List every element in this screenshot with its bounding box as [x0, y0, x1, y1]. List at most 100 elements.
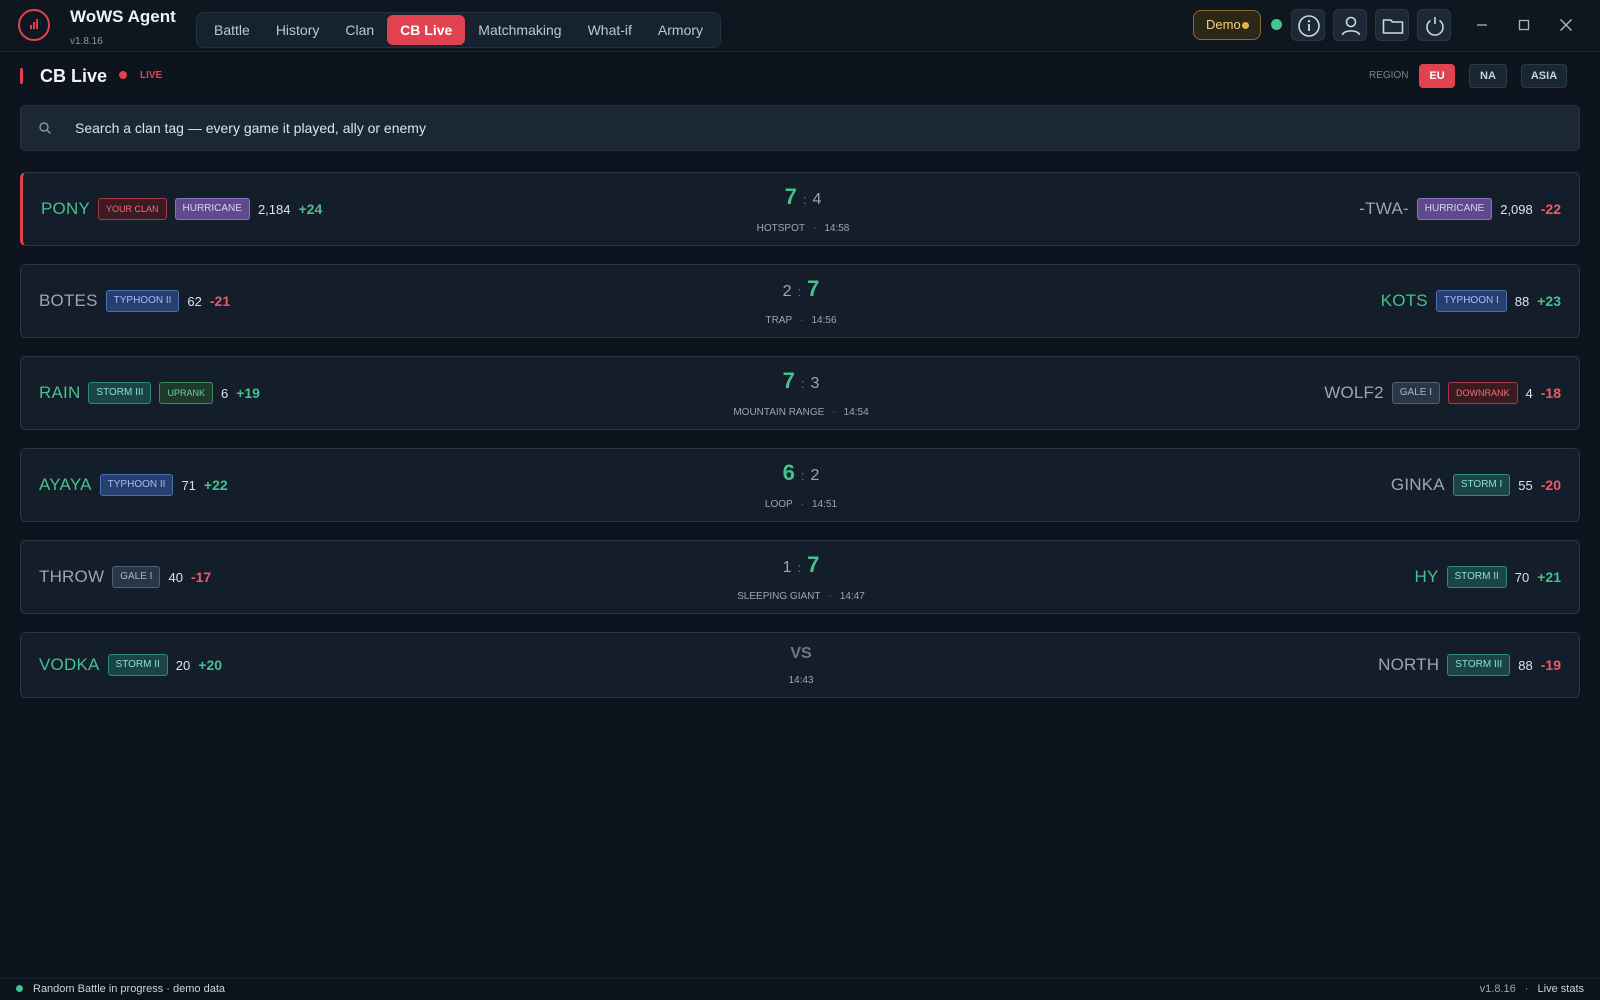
clan-rating: 88: [1514, 293, 1530, 309]
tab-clan[interactable]: Clan: [332, 15, 387, 45]
clan-rating: 88: [1518, 657, 1533, 673]
profile-button[interactable]: [1333, 9, 1367, 41]
power-button[interactable]: [1417, 9, 1451, 41]
region-asia-button[interactable]: ASIA: [1521, 64, 1567, 88]
tab-what-if[interactable]: What-if: [575, 15, 645, 45]
right-team: NORTH STORM III 88 -19: [1378, 633, 1561, 697]
match-score: 2:7: [782, 276, 820, 301]
map-name: LOOP: [764, 499, 793, 510]
left-team: VODKA STORM II 20 +20: [39, 633, 222, 697]
rating-delta: +21: [1537, 569, 1561, 585]
match-score: 7:3: [782, 368, 820, 393]
rating-delta: -19: [1540, 657, 1561, 673]
region-eu-button[interactable]: EU: [1419, 64, 1455, 88]
score-right: 4: [812, 191, 822, 208]
your-clan-badge: YOUR CLAN: [97, 198, 167, 220]
maximize-button[interactable]: [1513, 14, 1535, 36]
battle-card[interactable]: BOTES TYPHOON II 62 -21 2:7 TRAP · 14:56 K…: [20, 264, 1580, 338]
demo-mode-button[interactable]: Demo: [1193, 10, 1261, 40]
score-right: 7: [807, 276, 820, 301]
match-time: 14:58: [824, 223, 850, 234]
clan-search-input[interactable]: [75, 106, 1555, 150]
info-button[interactable]: [1291, 9, 1325, 41]
score-left: 2: [782, 283, 792, 300]
clan-tag[interactable]: AYAYA: [39, 475, 92, 495]
clan-rating: 2,098: [1500, 201, 1533, 217]
folder-button[interactable]: [1375, 9, 1409, 41]
match-meta: HOTSPOT · 14:58: [756, 223, 850, 234]
live-label: LIVE: [140, 70, 163, 81]
league-badge: STORM III: [88, 382, 152, 404]
tab-armory[interactable]: Armory: [645, 15, 716, 45]
battle-card[interactable]: RAIN STORM III UPRANK 6 +19 7:3 MOUNTAIN…: [20, 356, 1580, 430]
clan-tag[interactable]: THROW: [39, 567, 104, 587]
league-badge: STORM I: [1452, 474, 1511, 496]
match-score: 6:2: [782, 460, 820, 485]
clan-rating: 4: [1525, 385, 1533, 401]
tab-matchmaking[interactable]: Matchmaking: [465, 15, 574, 45]
search-icon: [39, 122, 51, 134]
tab-cb-live[interactable]: CB Live: [387, 15, 466, 45]
clan-rating: 20: [175, 657, 191, 673]
league-badge: TYPHOON II: [105, 290, 180, 312]
clan-rating: 6: [220, 385, 229, 401]
clan-tag[interactable]: HY: [1414, 567, 1438, 587]
battle-card[interactable]: THROW GALE I 40 -17 1:7 SLEEPING GIANT · 1…: [20, 540, 1580, 614]
demo-label: Demo: [1206, 17, 1241, 32]
demo-indicator-dot: [1242, 22, 1249, 29]
match-time: 14:47: [839, 591, 865, 602]
rating-delta: -18: [1540, 385, 1561, 401]
live-indicator-dot: [119, 71, 127, 79]
score-right: 3: [810, 375, 820, 392]
clan-tag[interactable]: RAIN: [39, 383, 80, 403]
region-na-button[interactable]: NA: [1469, 64, 1507, 88]
clan-tag[interactable]: PONY: [41, 199, 90, 219]
clan-tag[interactable]: WOLF2: [1324, 383, 1384, 403]
score-left: 1: [782, 559, 792, 576]
rating-delta: -21: [209, 293, 231, 309]
match-time: 14:54: [843, 407, 869, 418]
rating-delta: -20: [1540, 477, 1561, 493]
battle-card[interactable]: PONY YOUR CLAN HURRICANE 2,184 +24 7:4 H…: [20, 172, 1580, 246]
league-badge: STORM II: [107, 654, 168, 676]
clan-tag[interactable]: KOTS: [1381, 291, 1428, 311]
close-button[interactable]: [1555, 14, 1577, 36]
score-right: 7: [807, 552, 820, 577]
connection-status-dot: [1271, 19, 1282, 30]
clan-tag[interactable]: BOTES: [39, 291, 98, 311]
league-badge: STORM III: [1447, 654, 1511, 676]
page-title-accent: [20, 68, 23, 84]
clan-rating: 55: [1518, 477, 1533, 493]
rating-delta: +23: [1537, 293, 1561, 309]
match-meta: TRAP · 14:56: [765, 315, 837, 326]
left-team: AYAYA TYPHOON II 71 +22: [39, 449, 228, 521]
clan-rating: 71: [181, 477, 196, 493]
league-badge: STORM II: [1446, 566, 1507, 588]
clan-tag[interactable]: -TWA-: [1359, 199, 1408, 219]
tab-history[interactable]: History: [263, 15, 333, 45]
tab-battle[interactable]: Battle: [201, 15, 263, 45]
rating-delta: +22: [203, 477, 228, 493]
left-team: RAIN STORM III UPRANK 6 +19: [39, 357, 260, 429]
league-badge: TYPHOON II: [99, 474, 174, 496]
clan-tag[interactable]: NORTH: [1378, 655, 1439, 675]
league-badge: TYPHOON I: [1435, 290, 1507, 312]
score-right: 2: [810, 467, 820, 484]
app-title: WoWS Agent: [70, 7, 176, 26]
clan-tag[interactable]: GINKA: [1391, 475, 1445, 495]
battle-card[interactable]: VODKA STORM II 20 +20 VS 14:43 NORTH STO…: [20, 632, 1580, 698]
minimize-button[interactable]: [1471, 14, 1493, 36]
rating-delta: -17: [190, 569, 212, 585]
league-badge: HURRICANE: [1416, 198, 1493, 220]
live-stats-link[interactable]: Live stats: [1538, 983, 1584, 995]
maximize-icon: [1518, 19, 1530, 31]
left-team: BOTES TYPHOON II 62 -21: [39, 265, 230, 337]
clan-rating: 70: [1514, 569, 1530, 585]
clan-rating: 62: [187, 293, 202, 309]
right-team: -TWA- HURRICANE 2,098 -22: [1359, 173, 1561, 245]
clan-tag[interactable]: VODKA: [39, 655, 100, 675]
status-text: Random Battle in progress · demo data: [33, 983, 225, 995]
close-icon: [1560, 19, 1572, 31]
battle-card[interactable]: AYAYA TYPHOON II 71 +22 6:2 LOOP · 14:51 G…: [20, 448, 1580, 522]
match-meta: LOOP · 14:51: [764, 499, 838, 510]
